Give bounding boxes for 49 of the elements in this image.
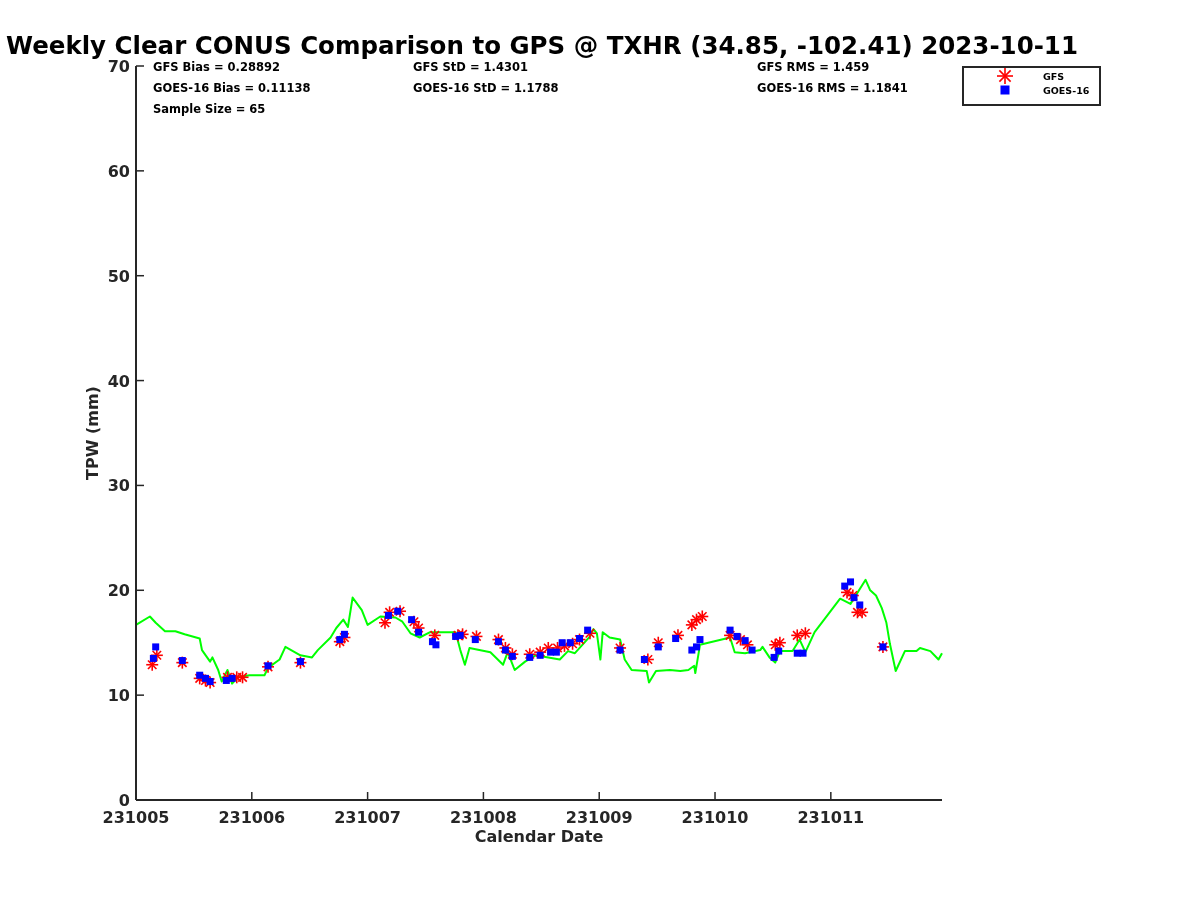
square-marker [296, 658, 304, 666]
square-marker [672, 635, 680, 642]
asterisk-marker [689, 612, 704, 627]
stat-text: GFS StD = 1.4301 [413, 60, 528, 74]
square-marker [178, 657, 186, 665]
square-marker [616, 646, 624, 654]
square-marker [526, 653, 534, 661]
stat-text: GOES-16 StD = 1.1788 [413, 81, 559, 95]
x-tick-label: 231008 [450, 808, 517, 827]
asterisk-marker [790, 628, 805, 643]
y-tick-label: 60 [107, 161, 130, 181]
x-tick-label: 231006 [218, 808, 286, 827]
square-marker [152, 643, 160, 651]
y-tick-label: 10 [107, 686, 130, 706]
x-tick-label: 231011 [797, 808, 865, 827]
x-tick-label: 231007 [334, 808, 401, 827]
x-tick-label: 231010 [681, 808, 749, 827]
square-marker [408, 616, 416, 624]
y-tick-label: 30 [107, 476, 130, 496]
square-marker [654, 643, 662, 651]
stat-text: GFS RMS = 1.459 [757, 60, 870, 74]
asterisk-marker [798, 626, 813, 641]
asterisk-marker [685, 618, 699, 632]
square-marker [471, 636, 479, 644]
asterisk-marker [996, 67, 1014, 85]
square-marker [264, 662, 272, 670]
chart-title: Weekly Clear CONUS Comparison to GPS @ TXHR (34.85, -102.41) 2023-10-11 [6, 31, 1078, 60]
x-tick-label: 231005 [102, 808, 170, 827]
y-tick-label: 20 [107, 581, 130, 601]
square-marker [415, 628, 423, 636]
stat-text: Sample Size = 65 [153, 102, 266, 116]
square-marker [536, 651, 544, 659]
legend-label: GOES-16 [1043, 85, 1090, 96]
stat-text: GFS Bias = 0.28892 [153, 60, 280, 74]
legend-label: GFS [1043, 71, 1065, 82]
y-tick-label: 0 [118, 791, 130, 810]
y-tick-label: 50 [107, 266, 130, 286]
y-tick-label: 40 [107, 371, 130, 391]
square-marker [384, 611, 392, 619]
square-marker [640, 656, 648, 663]
square-marker [1000, 85, 1010, 95]
y-axis-title: TPW (mm) [83, 386, 102, 480]
x-tick-label: 231009 [565, 808, 633, 827]
y-tick-label: 70 [107, 57, 130, 76]
asterisk-marker [695, 609, 710, 624]
x-axis-title: Calendar Date [474, 827, 604, 846]
stat-text: GOES-16 Bias = 0.11138 [153, 81, 311, 95]
square-marker [394, 607, 402, 615]
stat-text: GOES-16 RMS = 1.1841 [757, 81, 908, 95]
